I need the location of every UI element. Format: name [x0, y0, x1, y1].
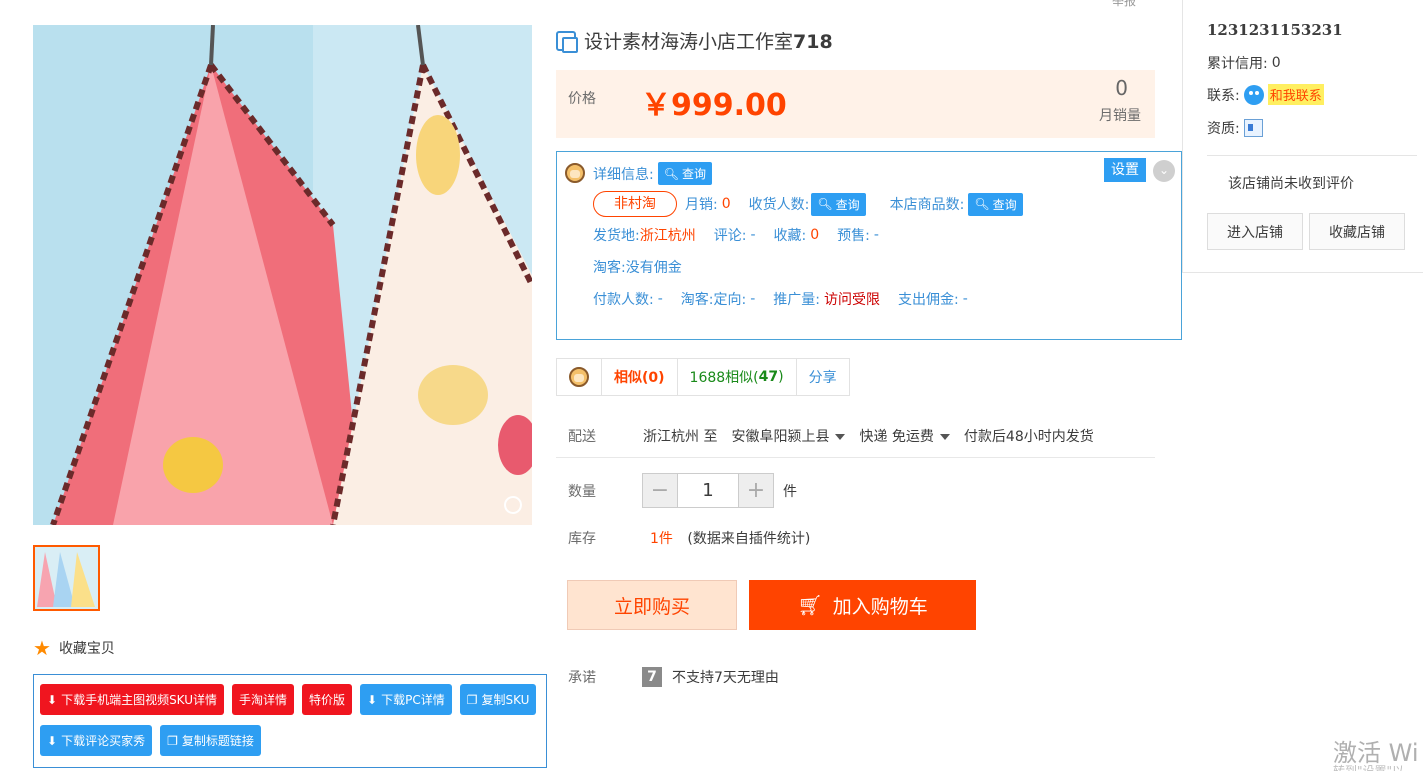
quantity-unit: 件: [783, 484, 797, 500]
product-photo: [33, 25, 532, 525]
download-reviews-button[interactable]: ⬇ 下载评论买家秀: [40, 725, 153, 756]
delivery-row: 浙江杭州 至 安徽阜阳颍上县 快递 免运费 付款后48小时内发货: [643, 426, 1094, 446]
settings-button[interactable]: 设置: [1104, 158, 1146, 182]
detail-query-button[interactable]: 🔍︎ 查询: [657, 162, 712, 185]
promise-label: 承诺: [568, 670, 596, 686]
shipping-select[interactable]: 快递 免运费: [859, 426, 950, 446]
mobile-detail-button[interactable]: 手淘详情: [232, 684, 295, 715]
contact-button[interactable]: 和我联系: [1267, 84, 1324, 105]
increase-button[interactable]: +: [739, 474, 773, 507]
price-panel: 价格 ￥999.00 0 月销量: [556, 70, 1155, 138]
destination-select[interactable]: 安徽阜阳颍上县: [731, 426, 846, 446]
seven-day-icon: 7: [642, 667, 662, 687]
license-icon[interactable]: [1243, 119, 1263, 137]
copy-icon: ❐: [466, 692, 478, 707]
qualification-row: 资质:: [1207, 118, 1263, 138]
quantity-input[interactable]: 1: [677, 474, 739, 507]
buy-now-button[interactable]: 立即购买: [567, 580, 737, 630]
download-icon: ⬇: [367, 692, 378, 707]
stats-row-1: 非村淘 月销: 0 收货人数: 🔍︎ 查询 本店商品数: 🔍︎ 查询: [593, 191, 1023, 217]
special-edition-button[interactable]: 特价版: [302, 684, 353, 715]
cart-icon: 🛒︎: [797, 593, 823, 617]
stats-row-2: 发货地: 浙江杭州 评论: - 收藏: 0 预售: -: [593, 227, 879, 244]
divider: [1207, 155, 1417, 156]
search-icon: 🔍︎: [663, 166, 679, 181]
detail-info-row: 详细信息: 🔍︎ 查询: [593, 162, 712, 185]
tab-share[interactable]: 分享: [797, 359, 849, 395]
caret-down-icon: [939, 434, 950, 440]
divider: [556, 457, 1155, 458]
plugin-info-panel: 详细信息: 🔍︎ 查询 设置 ⌄ 非村淘 月销: 0 收货人数: 🔍︎ 查询 本店商…: [556, 151, 1182, 340]
tab-similar-1688[interactable]: 1688相似(47): [678, 359, 797, 395]
taoke-row: 淘客:没有佣金: [593, 260, 682, 276]
favorite-item-label: 收藏宝贝: [58, 641, 115, 657]
report-link[interactable]: 举报: [1112, 0, 1136, 9]
shop-name[interactable]: 1231231153231: [1207, 21, 1343, 39]
stock-label: 库存: [568, 531, 596, 547]
stats-row-3: 付款人数: - 淘客:定向: - 推广量: 访问受限 支出佣金: -: [593, 291, 968, 308]
plugin-avatar-icon: [565, 163, 585, 183]
contact-row: 联系: 和我联系: [1207, 84, 1324, 105]
plugin-avatar-icon: [569, 367, 589, 387]
favorite-shop-button[interactable]: 收藏店铺: [1309, 213, 1405, 250]
similar-tabs: 相似(0) 1688相似(47) 分享: [556, 358, 850, 396]
star-icon: ★: [33, 636, 51, 660]
chevron-down-icon[interactable]: ⌄: [1153, 160, 1175, 182]
add-to-cart-button[interactable]: 🛒︎ 加入购物车: [749, 580, 976, 630]
download-pc-button[interactable]: ⬇ 下载PC详情: [360, 684, 452, 715]
wangwang-icon: [1243, 84, 1264, 105]
favorite-item[interactable]: ★ 收藏宝贝: [33, 638, 115, 658]
credit-row: 累计信用: 0: [1207, 55, 1281, 72]
copy-sku-button[interactable]: ❐ 复制SKU: [459, 684, 537, 715]
download-mobile-button[interactable]: ⬇ 下载手机端主图视频SKU详情: [40, 684, 225, 715]
thumbnail-image: [35, 547, 98, 609]
shop-items-query-button[interactable]: 🔍︎ 查询: [968, 192, 1023, 216]
search-icon: 🔍︎: [974, 197, 990, 211]
monthly-sales-label: 月销量: [1099, 108, 1141, 124]
quantity-label: 数量: [568, 484, 596, 500]
stock-note: (数据来自插件统计): [687, 531, 811, 547]
download-icon: ⬇: [47, 733, 58, 748]
price-value: ￥999.00: [641, 88, 787, 123]
promise-row: 7 不支持7天无理由: [642, 667, 779, 687]
copy-title-button[interactable]: ❐ 复制标题链接: [160, 725, 261, 756]
main-product-image[interactable]: [33, 25, 532, 525]
copy-title-icon[interactable]: [556, 30, 578, 53]
receivers-query-button[interactable]: 🔍︎ 查询: [811, 192, 866, 216]
copy-icon: ❐: [167, 733, 178, 748]
price-label: 价格: [568, 91, 596, 107]
search-icon: 🔍︎: [817, 197, 833, 211]
windows-activation-subtext: 转到"设置"以: [1333, 764, 1405, 771]
quantity-stepper: − 1 +: [642, 473, 774, 508]
plugin-toolbar: ⬇ 下载手机端主图视频SKU详情 手淘详情 特价版 ⬇ 下载PC详情 ❐ 复制SKU …: [33, 674, 547, 768]
download-icon: ⬇: [47, 692, 58, 707]
no-reviews-text: 该店铺尚未收到评价: [1228, 176, 1354, 192]
delivery-label: 配送: [568, 429, 596, 445]
product-title: 设计素材海涛小店工作室718: [556, 27, 833, 54]
monthly-sales-count: 0: [1115, 76, 1128, 100]
decrease-button[interactable]: −: [643, 474, 677, 507]
enter-shop-button[interactable]: 进入店铺: [1207, 213, 1303, 250]
tab-avatar: [557, 359, 602, 395]
village-tag: 非村淘: [593, 191, 677, 217]
caret-down-icon: [835, 434, 846, 440]
tab-similar[interactable]: 相似(0): [602, 359, 678, 395]
thumbnail-1[interactable]: [33, 545, 100, 611]
stock-row: 1件 (数据来自插件统计): [650, 528, 810, 548]
stock-value: 1件: [650, 531, 673, 547]
